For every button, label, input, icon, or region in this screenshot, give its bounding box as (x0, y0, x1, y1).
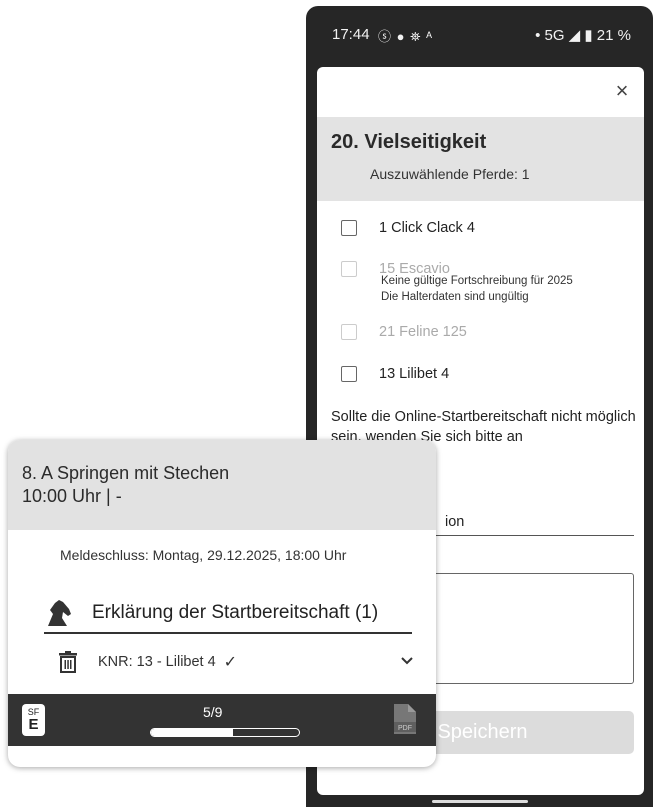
horse-option-disabled: 21 Feline 125 (341, 321, 467, 343)
progress-bar (150, 728, 300, 737)
dialog-subtitle: Auszuwählende Pferde: 1 (370, 166, 530, 182)
home-indicator[interactable] (432, 800, 528, 803)
progress-label: 5/9 (203, 704, 223, 720)
entry-deadline: Meldeschluss: Montag, 29.12.2025, 18:00 … (60, 547, 347, 563)
competition-time: 10:00 Uhr | - (22, 486, 122, 506)
declaration-label: Erklärung der Startbereitschaft (1) (92, 602, 379, 623)
horse-option[interactable]: 1 Click Clack 4 (341, 217, 475, 239)
horse-label: 1 Click Clack 4 (379, 220, 475, 236)
badge-bottom-text: E (28, 716, 39, 733)
sf-badge: SF E (22, 704, 45, 736)
horse-label: 21 Feline 125 (379, 324, 467, 340)
checkbox[interactable] (341, 366, 357, 382)
horse-option[interactable]: 13 Lilibet 4 (341, 363, 449, 385)
dialog-title: 20. Vielseitigkeit (331, 131, 487, 153)
horse-warning: Die Halterdaten sind ungültig (381, 291, 529, 303)
checkbox[interactable] (341, 220, 357, 236)
competition-card: 8. A Springen mit Stechen 10:00 Uhr | - … (8, 440, 436, 767)
entry-label: KNR: 13 - Lilibet 4 (98, 654, 216, 670)
declaration-row[interactable]: Erklärung der Startbereitschaft (1) (44, 598, 378, 628)
declaration-underline (44, 632, 412, 634)
notification-icons: ⓢ ● ⛯ ᴬ (378, 29, 433, 44)
status-bar: 17:44 ⓢ ● ⛯ ᴬ • 5G ◢ ▮ 21 % (306, 6, 653, 64)
checkbox (341, 261, 357, 277)
card-footer: SF E 5/9 PDF (8, 694, 436, 746)
text-field-value[interactable]: ion (445, 514, 464, 530)
checkbox (341, 324, 357, 340)
status-time: 17:44 (332, 26, 370, 43)
dialog-header: 20. Vielseitigkeit Auszuwählende Pferde:… (317, 117, 644, 201)
horse-head-icon (48, 600, 71, 626)
horse-label: 13 Lilibet 4 (379, 366, 450, 382)
progress-fill (151, 729, 234, 736)
horse-warning: Keine gültige Fortschreibung für 2025 (381, 275, 573, 287)
close-icon[interactable]: × (608, 77, 636, 105)
chevron-down-icon[interactable] (400, 654, 414, 668)
entry-row[interactable]: KNR: 13 - Lilibet 4 ✓ (58, 648, 418, 676)
svg-text:PDF: PDF (398, 725, 412, 732)
trash-icon[interactable] (58, 651, 78, 673)
pdf-icon[interactable]: PDF (392, 703, 418, 735)
check-icon: ✓ (223, 654, 238, 671)
competition-title: 8. A Springen mit Stechen (22, 463, 230, 483)
network-battery-status: • 5G ◢ ▮ 21 % (535, 27, 631, 44)
card-header: 8. A Springen mit Stechen 10:00 Uhr | - (8, 440, 436, 530)
